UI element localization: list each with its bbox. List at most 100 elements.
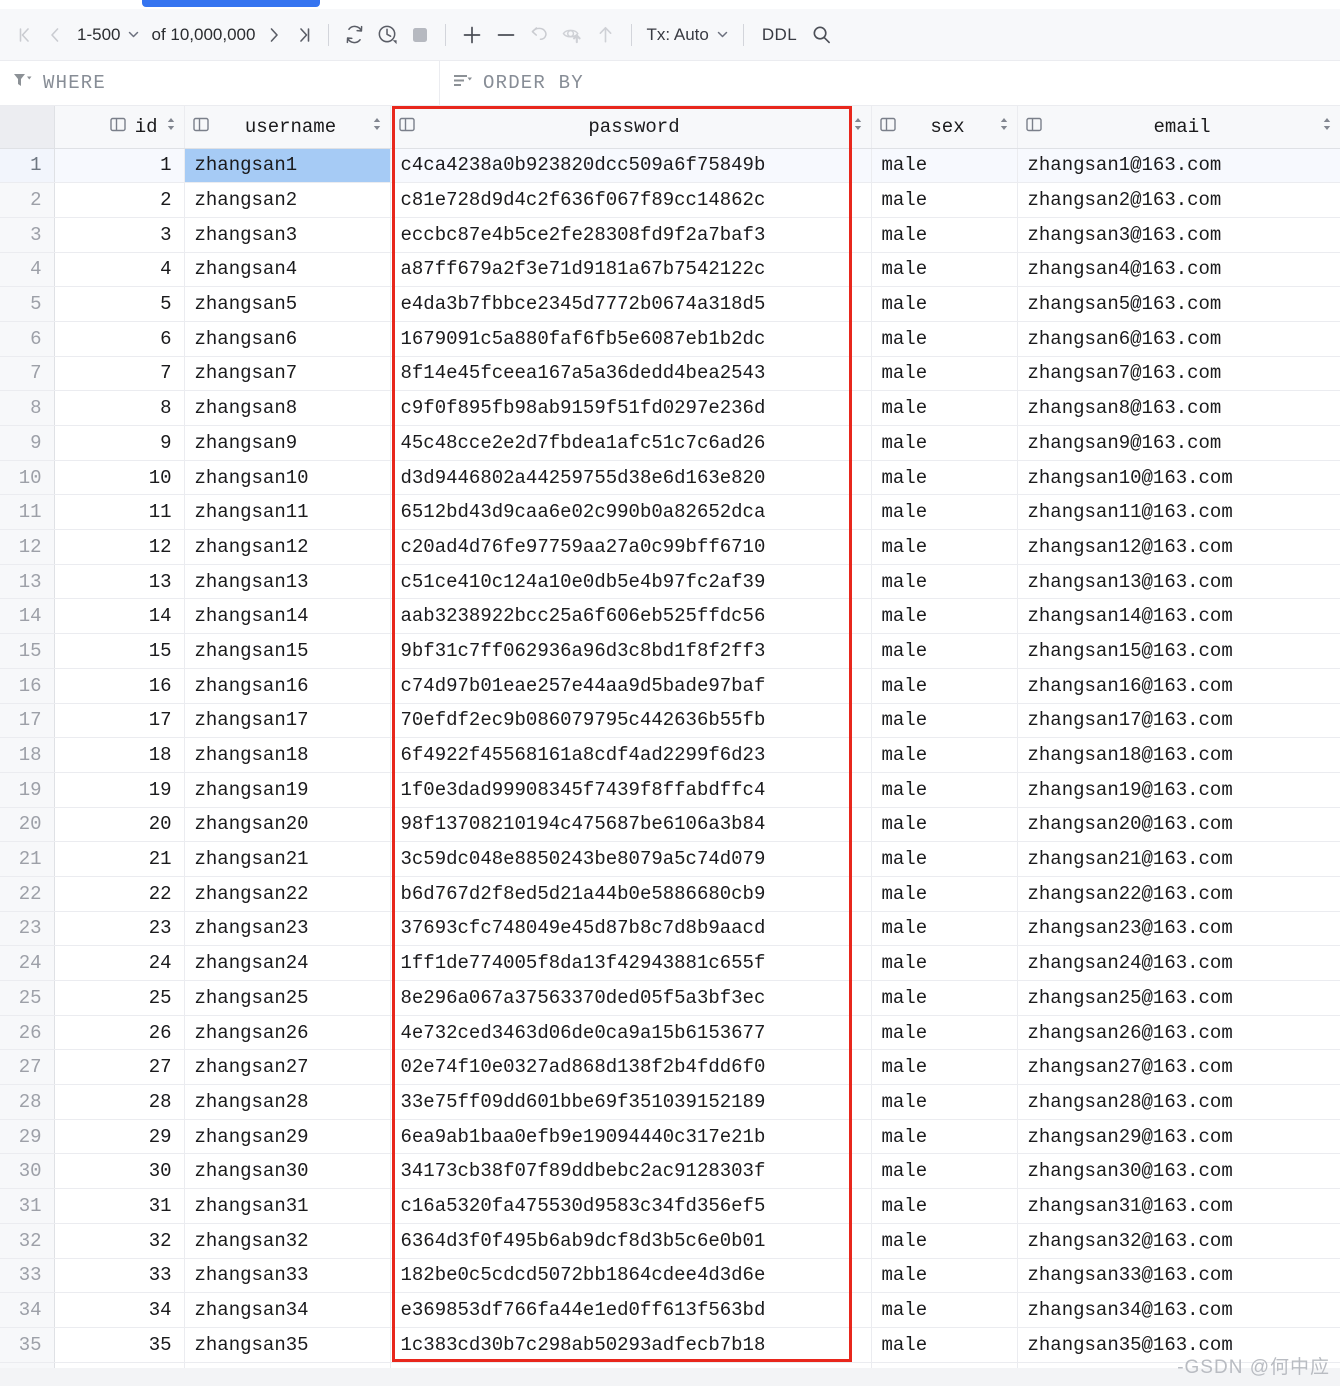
cell-id[interactable]: 20 bbox=[54, 807, 185, 843]
cell-email[interactable]: zhangsan20@163.com bbox=[1017, 807, 1340, 843]
cell-password[interactable]: a87ff679a2f3e71d9181a67b7542122c bbox=[390, 252, 872, 288]
cell-password[interactable]: 98f13708210194c475687be6106a3b84 bbox=[390, 807, 872, 843]
cell-sex[interactable]: male bbox=[871, 564, 1018, 600]
cell-id[interactable]: 5 bbox=[54, 286, 185, 322]
cell-username[interactable]: zhangsan5 bbox=[184, 286, 391, 322]
where-filter-field[interactable]: WHERE bbox=[0, 61, 440, 105]
cell-username[interactable]: zhangsan33 bbox=[184, 1258, 391, 1294]
cell-email[interactable]: zhangsan25@163.com bbox=[1017, 980, 1340, 1016]
table-row[interactable]: 25 25 zhangsan25 8e296a067a37563370ded05f5a… bbox=[0, 980, 1340, 1016]
table-row[interactable]: 28 28 zhangsan28 33e75ff09dd601bbe69f351039… bbox=[0, 1084, 1340, 1120]
cell-id[interactable]: 30 bbox=[54, 1153, 185, 1190]
row-number-cell[interactable]: 11 bbox=[0, 494, 55, 531]
cell-email[interactable]: zhangsan24@163.com bbox=[1017, 945, 1340, 981]
cell-password[interactable]: 33e75ff09dd601bbe69f351039152189 bbox=[390, 1084, 872, 1120]
cell-username[interactable]: zhangsan14 bbox=[184, 598, 391, 635]
add-row-button[interactable] bbox=[455, 18, 489, 52]
cell-email[interactable]: zhangsan16@163.com bbox=[1017, 668, 1340, 704]
row-number-cell[interactable]: 14 bbox=[0, 598, 55, 635]
cell-sex[interactable]: male bbox=[871, 494, 1018, 531]
table-row[interactable]: 31 31 zhangsan31 c16a5320fa475530d9583c34fd… bbox=[0, 1188, 1340, 1224]
cell-username[interactable]: zhangsan1 bbox=[184, 148, 391, 184]
cell-username[interactable]: zhangsan31 bbox=[184, 1188, 391, 1224]
cell-password[interactable]: aab3238922bcc25a6f606eb525ffdc56 bbox=[390, 598, 872, 635]
cell-email[interactable]: zhangsan26@163.com bbox=[1017, 1015, 1340, 1051]
cell-id[interactable]: 23 bbox=[54, 911, 185, 947]
cell-password[interactable]: 70efdf2ec9b086079795c442636b55fb bbox=[390, 703, 872, 739]
cell-password[interactable]: c20ad4d76fe97759aa27a0c99bff6710 bbox=[390, 529, 872, 565]
cell-username[interactable]: zhangsan25 bbox=[184, 980, 391, 1016]
cell-email[interactable]: zhangsan17@163.com bbox=[1017, 703, 1340, 739]
search-button[interactable] bbox=[806, 18, 837, 52]
cell-sex[interactable]: male bbox=[871, 1153, 1018, 1190]
cell-password[interactable]: 3c59dc048e8850243be8079a5c74d079 bbox=[390, 841, 872, 877]
sort-toggle-icon[interactable] bbox=[999, 116, 1009, 138]
cell-sex[interactable]: male bbox=[871, 633, 1018, 669]
cell-email[interactable]: zhangsan19@163.com bbox=[1017, 772, 1340, 808]
row-number-cell[interactable]: 29 bbox=[0, 1119, 55, 1155]
table-row[interactable]: 8 8 zhangsan8 c9f0f895fb98ab9159f51fd0297e2… bbox=[0, 390, 1340, 426]
cell-password[interactable]: 34173cb38f07f89ddbebc2ac9128303f bbox=[390, 1153, 872, 1190]
cell-email[interactable]: zhangsan7@163.com bbox=[1017, 356, 1340, 392]
cell-username[interactable]: zhangsan8 bbox=[184, 390, 391, 426]
cell-username[interactable]: zhangsan29 bbox=[184, 1119, 391, 1155]
last-page-button[interactable] bbox=[289, 18, 319, 52]
cell-email[interactable]: zhangsan6@163.com bbox=[1017, 321, 1340, 357]
cell-sex[interactable]: male bbox=[871, 252, 1018, 288]
cell-sex[interactable]: male bbox=[871, 390, 1018, 426]
table-row[interactable]: 18 18 zhangsan18 6f4922f45568161a8cdf4ad229… bbox=[0, 737, 1340, 773]
preview-changes-button[interactable] bbox=[556, 18, 589, 52]
table-row[interactable]: 11 11 zhangsan11 6512bd43d9caa6e02c990b0a82… bbox=[0, 494, 1340, 531]
row-number-cell[interactable]: 35 bbox=[0, 1327, 55, 1363]
table-row[interactable]: 27 27 zhangsan27 02e74f10e0327ad868d138f2b4… bbox=[0, 1049, 1340, 1086]
table-row[interactable]: 33 33 zhangsan33 182be0c5cdcd5072bb1864cdee… bbox=[0, 1258, 1340, 1294]
table-row[interactable]: 21 21 zhangsan21 3c59dc048e8850243be8079a5c… bbox=[0, 841, 1340, 877]
cell-sex[interactable]: male bbox=[871, 1049, 1018, 1086]
cell-password[interactable]: 6ea9ab1baa0efb9e19094440c317e21b bbox=[390, 1119, 872, 1155]
cell-email[interactable]: zhangsan14@163.com bbox=[1017, 598, 1340, 635]
cell-username[interactable]: zhangsan3 bbox=[184, 217, 391, 253]
cell-username[interactable]: zhangsan20 bbox=[184, 807, 391, 843]
cell-id[interactable]: 2 bbox=[54, 182, 185, 218]
row-number-cell[interactable]: 5 bbox=[0, 286, 55, 322]
cell-id[interactable]: 4 bbox=[54, 252, 185, 288]
cell-email[interactable]: zhangsan18@163.com bbox=[1017, 737, 1340, 773]
cell-password[interactable]: 6364d3f0f495b6ab9dcf8d3b5c6e0b01 bbox=[390, 1223, 872, 1259]
row-number-cell[interactable]: 19 bbox=[0, 772, 55, 808]
cell-email[interactable]: zhangsan21@163.com bbox=[1017, 841, 1340, 877]
submit-changes-button[interactable] bbox=[589, 18, 622, 52]
refresh-button[interactable] bbox=[338, 18, 371, 52]
cell-password[interactable]: c4ca4238a0b923820dcc509a6f75849b bbox=[390, 148, 872, 184]
cell-email[interactable]: zhangsan1@163.com bbox=[1017, 148, 1340, 184]
table-row[interactable]: 23 23 zhangsan23 37693cfc748049e45d87b8c7d8… bbox=[0, 911, 1340, 947]
row-number-cell[interactable]: 2 bbox=[0, 182, 55, 218]
cell-password[interactable]: 6f4922f45568161a8cdf4ad2299f6d23 bbox=[390, 737, 872, 773]
cell-sex[interactable]: male bbox=[871, 425, 1018, 461]
table-row[interactable]: 30 30 zhangsan30 34173cb38f07f89ddbebc2ac91… bbox=[0, 1153, 1340, 1190]
filter-funnel-icon[interactable] bbox=[12, 71, 34, 95]
cell-sex[interactable]: male bbox=[871, 148, 1018, 184]
cell-username[interactable]: zhangsan23 bbox=[184, 911, 391, 947]
cell-password[interactable]: 4e732ced3463d06de0ca9a15b6153677 bbox=[390, 1015, 872, 1051]
cell-sex[interactable]: male bbox=[871, 286, 1018, 322]
cell-sex[interactable]: male bbox=[871, 1292, 1018, 1328]
table-row[interactable]: 16 16 zhangsan16 c74d97b01eae257e44aa9d5bad… bbox=[0, 668, 1340, 704]
cell-email[interactable]: zhangsan30@163.com bbox=[1017, 1153, 1340, 1190]
cell-id[interactable]: 17 bbox=[54, 703, 185, 739]
cell-password[interactable]: 1f0e3dad99908345f7439f8ffabdffc4 bbox=[390, 772, 872, 808]
cell-password[interactable]: 37693cfc748049e45d87b8c7d8b9aacd bbox=[390, 911, 872, 947]
cell-id[interactable]: 26 bbox=[54, 1015, 185, 1051]
cell-id[interactable]: 9 bbox=[54, 425, 185, 461]
cell-sex[interactable]: male bbox=[871, 321, 1018, 357]
cell-username[interactable]: zhangsan17 bbox=[184, 703, 391, 739]
cell-sex[interactable]: male bbox=[871, 945, 1018, 981]
cell-password[interactable]: c16a5320fa475530d9583c34fd356ef5 bbox=[390, 1188, 872, 1224]
cell-username[interactable]: zhangsan35 bbox=[184, 1327, 391, 1363]
sort-toggle-icon[interactable] bbox=[166, 116, 176, 138]
cell-password[interactable]: 9bf31c7ff062936a96d3c8bd1f8f2ff3 bbox=[390, 633, 872, 669]
cell-username[interactable]: zhangsan9 bbox=[184, 425, 391, 461]
table-row[interactable]: 22 22 zhangsan22 b6d767d2f8ed5d21a44b0e5886… bbox=[0, 876, 1340, 912]
result-grid[interactable]: id username password sex email 1 1 zhang… bbox=[0, 106, 1340, 1368]
row-number-cell[interactable]: 10 bbox=[0, 460, 55, 496]
row-number-cell[interactable]: 21 bbox=[0, 841, 55, 877]
